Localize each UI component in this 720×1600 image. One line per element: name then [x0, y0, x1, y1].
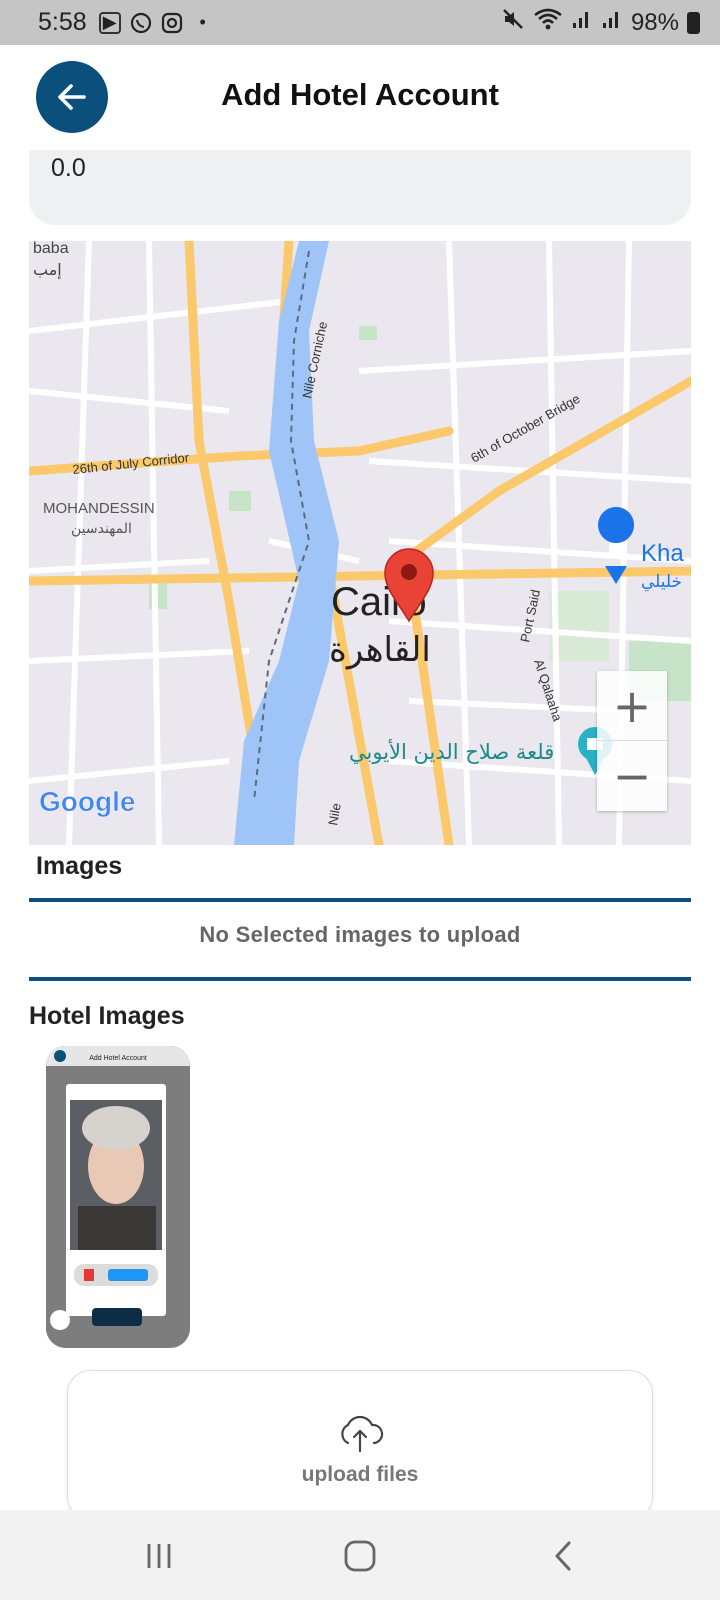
home-icon [344, 1540, 376, 1572]
upload-files-button[interactable]: upload files [67, 1370, 653, 1520]
status-time: 5:58 [38, 8, 87, 36]
park-area [229, 491, 251, 511]
map-label-district-ar: المهندسين [71, 521, 132, 537]
recent-apps-icon [147, 1544, 171, 1568]
park-area [359, 326, 377, 340]
dot-icon: • [199, 12, 206, 32]
chevron-left-icon [555, 1541, 571, 1571]
media-icon: ▶ [98, 11, 121, 34]
wifi-icon [533, 7, 563, 38]
app-bar: Add Hotel Account [0, 45, 720, 150]
hotel-images-label: Hotel Images [29, 1002, 185, 1030]
cloud-upload-icon [341, 1415, 384, 1453]
map-label-district: MOHANDESSIN [43, 500, 155, 517]
upload-label: upload files [301, 1463, 419, 1486]
mute-icon [501, 7, 525, 38]
rating-field[interactable]: 0.0 [29, 150, 691, 225]
map-label-city-ar: القاهرة [329, 630, 431, 670]
home-button[interactable] [330, 1534, 390, 1578]
zoom-control: + − [597, 671, 667, 811]
page-title: Add Hotel Account [221, 77, 499, 112]
battery-icon [687, 11, 700, 34]
thumb-title: Add Hotel Account [89, 1055, 147, 1062]
empty-images-message: No Selected images to upload [199, 922, 521, 947]
hotel-image-thumbnail[interactable]: Add Hotel Account [46, 1046, 190, 1348]
map-label-poi-kha-ar: خليلي [641, 572, 682, 592]
recent-apps-button[interactable] [129, 1534, 189, 1578]
system-nav-bar [0, 1510, 720, 1600]
battery-percent: 98% [630, 8, 679, 36]
instagram-icon [161, 12, 183, 34]
google-logo: Google [39, 786, 135, 817]
map-label-imbaba-ar: إمب [33, 260, 62, 279]
map-label-imbaba: baba [33, 241, 69, 257]
signal-icon [571, 8, 593, 37]
map-view[interactable]: baba إمب 26th of July Corridor Nile Corn… [29, 241, 691, 845]
map-label-poi-citadel: قلعة صلاح الدين الأيوبي [349, 739, 554, 764]
back-nav-button[interactable] [533, 1534, 593, 1578]
whatsapp-icon [130, 12, 152, 34]
images-label: Images [36, 852, 123, 880]
images-divider-bottom [29, 977, 691, 981]
status-bar: 5:58 ▶ • 98% [0, 0, 720, 45]
zoom-out-button[interactable]: − [597, 741, 667, 811]
images-divider-top [29, 898, 691, 902]
signal-icon [601, 8, 623, 37]
map-label-poi-kha: Kha [641, 540, 684, 567]
zoom-in-button[interactable]: + [597, 671, 667, 741]
rating-value: 0.0 [51, 154, 86, 182]
